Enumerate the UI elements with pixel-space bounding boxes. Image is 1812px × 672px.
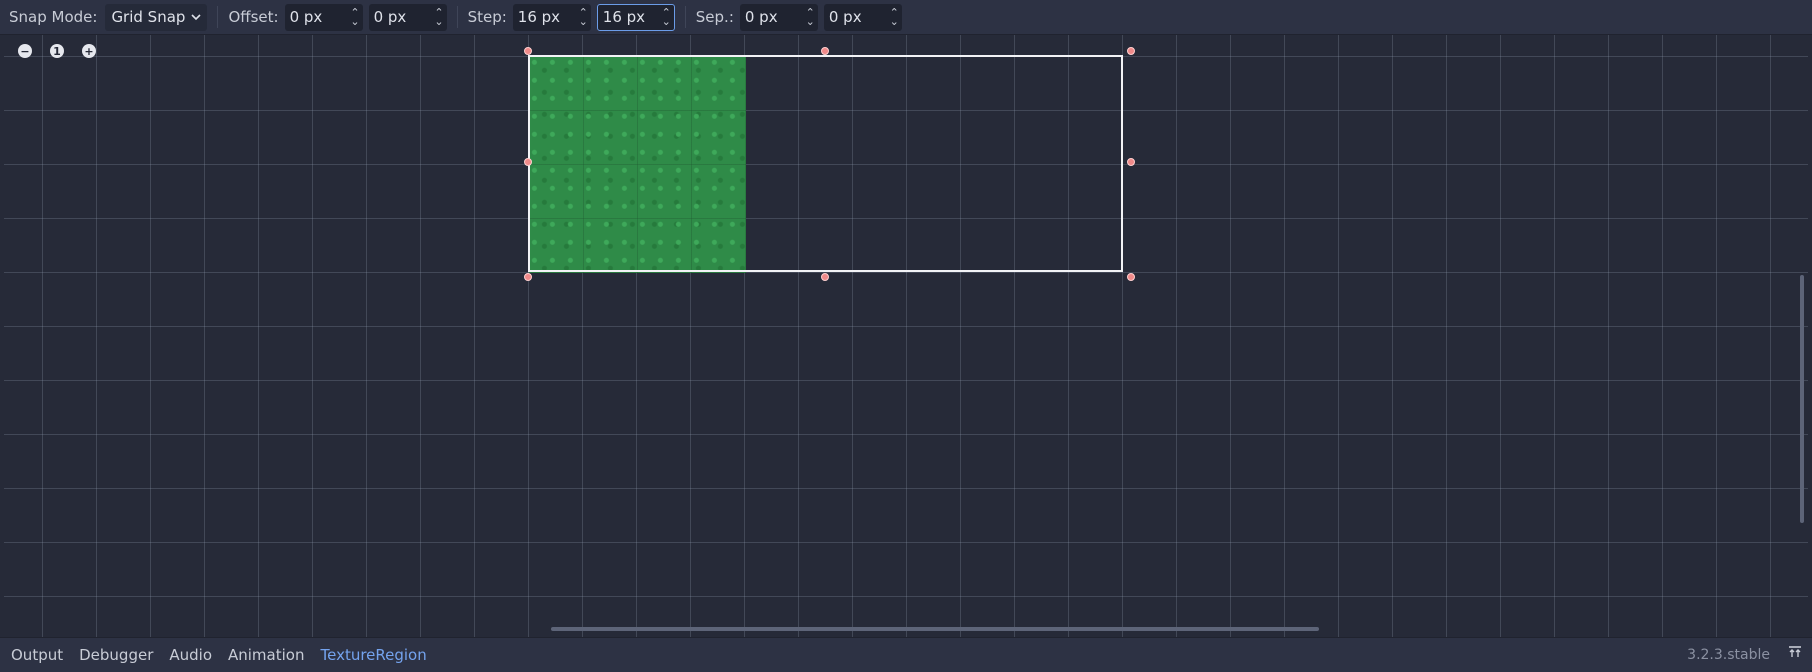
offset-y-value: 0 px — [373, 8, 407, 26]
pin-panel-icon[interactable] — [1788, 646, 1802, 662]
step-x-value: 16 px — [517, 8, 561, 26]
offset-x-value: 0 px — [289, 8, 323, 26]
chevron-down-icon — [191, 13, 202, 20]
step-y-value: 16 px — [602, 8, 646, 26]
handle-middle-left[interactable] — [524, 158, 532, 166]
vertical-scrollbar[interactable] — [1800, 275, 1804, 523]
offset-x-field[interactable]: 0 px ⌃ ⌄ — [284, 3, 363, 31]
zoom-in-icon[interactable]: + — [82, 44, 96, 58]
spinner-arrows-icon[interactable]: ⌃ ⌄ — [806, 7, 815, 27]
spinner-arrows-icon[interactable]: ⌃ ⌄ — [579, 7, 588, 27]
sep-y-field[interactable]: 0 px ⌃ ⌄ — [823, 3, 902, 31]
tab-texture-region[interactable]: TextureRegion — [320, 646, 426, 664]
step-label: Step: — [467, 8, 507, 26]
region-rect[interactable] — [528, 55, 1123, 272]
horizontal-scrollbar[interactable] — [551, 627, 1319, 631]
sep-y-value: 0 px — [828, 8, 862, 26]
snap-mode-dropdown[interactable]: Grid Snap — [105, 3, 208, 31]
bottom-panel-bar: Output Debugger Audio Animation TextureR… — [0, 637, 1812, 672]
handle-bottom-middle[interactable] — [821, 273, 829, 281]
handle-middle-right[interactable] — [1127, 158, 1135, 166]
toolbar-divider — [684, 6, 686, 28]
spinner-arrows-icon[interactable]: ⌃ ⌄ — [434, 7, 443, 27]
tab-output[interactable]: Output — [11, 646, 63, 664]
sep-x-field[interactable]: 0 px ⌃ ⌄ — [739, 3, 818, 31]
handle-top-right[interactable] — [1127, 47, 1135, 55]
texture-region-canvas[interactable]: − 1 + — [4, 35, 1808, 637]
toolbar-divider — [456, 6, 458, 28]
texture-region-toolbar: Snap Mode: Grid Snap Offset: 0 px ⌃ ⌄ 0 p… — [0, 0, 1812, 35]
toolbar-divider — [217, 6, 219, 28]
step-y-field[interactable]: 16 px ⌃ ⌄ — [596, 3, 675, 31]
sep-label: Sep.: — [695, 8, 734, 26]
handle-bottom-right[interactable] — [1127, 273, 1135, 281]
zoom-reset-icon[interactable]: 1 — [50, 44, 64, 58]
tab-audio[interactable]: Audio — [169, 646, 212, 664]
snap-mode-label: Snap Mode: — [9, 8, 98, 26]
snap-mode-value: Grid Snap — [111, 8, 186, 26]
sep-x-value: 0 px — [744, 8, 778, 26]
offset-y-field[interactable]: 0 px ⌃ ⌄ — [368, 3, 447, 31]
handle-top-middle[interactable] — [821, 47, 829, 55]
handle-top-left[interactable] — [524, 47, 532, 55]
tab-debugger[interactable]: Debugger — [79, 646, 153, 664]
handle-bottom-left[interactable] — [524, 273, 532, 281]
tab-animation[interactable]: Animation — [228, 646, 304, 664]
zoom-out-icon[interactable]: − — [18, 44, 32, 58]
offset-label: Offset: — [228, 8, 279, 26]
spinner-arrows-icon[interactable]: ⌃ ⌄ — [350, 7, 359, 27]
spinner-arrows-icon[interactable]: ⌃ ⌄ — [890, 7, 899, 27]
version-label: 3.2.3.stable — [1687, 647, 1770, 663]
spinner-arrows-icon[interactable]: ⌃ ⌄ — [662, 7, 671, 27]
step-x-field[interactable]: 16 px ⌃ ⌄ — [512, 3, 591, 31]
